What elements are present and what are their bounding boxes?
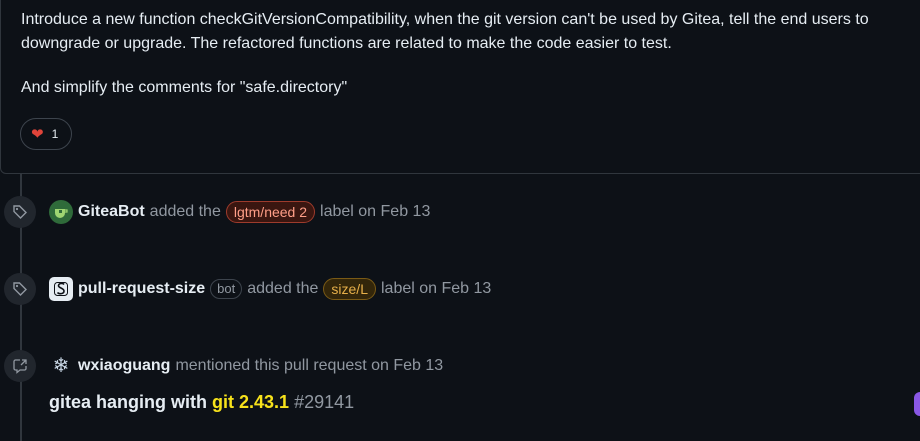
comment-paragraph: And simplify the comments for "safe.dire… (21, 79, 348, 96)
comment-body: Introduce a new function checkGitVersion… (21, 8, 920, 120)
tag-icon (4, 273, 36, 305)
wxiaoguang-avatar[interactable]: ❄ (49, 354, 73, 378)
event-text: label on Feb 13 (380, 280, 492, 297)
snowflake-icon: ❄ (52, 355, 70, 377)
avatar (914, 392, 920, 416)
event-text: added the (247, 280, 319, 297)
bot-tag: bot (210, 279, 243, 299)
heart-icon: ❤ (31, 125, 44, 143)
ref-issue-number: #29141 (294, 392, 355, 412)
heart-reaction-button[interactable]: ❤ 1 (20, 118, 72, 150)
event-text: added the (149, 203, 221, 220)
event-author[interactable]: wxiaoguang (78, 357, 170, 375)
label-badge[interactable]: lgtm/need 2 (225, 201, 316, 223)
referenced-issue-link[interactable]: gitea hanging with git 2.43.1 #29141 (49, 392, 354, 413)
reaction-count: 1 (51, 127, 59, 141)
pull-request-size-avatar[interactable] (49, 277, 73, 301)
event-author[interactable]: pull-request-size (78, 280, 205, 298)
ref-title-prefix: gitea hanging with (49, 392, 207, 412)
comment-box: Introduce a new function checkGitVersion… (0, 0, 920, 174)
timeline-event-label: GiteaBot added the lgtm/need 2 label on … (78, 200, 430, 224)
comment-paragraph: Introduce a new function checkGitVersion… (21, 11, 869, 52)
ref-title-highlight: git 2.43.1 (212, 392, 290, 412)
timeline-event-label: wxiaoguang mentioned this pull request o… (78, 354, 443, 378)
label-badge[interactable]: size/L (323, 278, 376, 300)
event-author[interactable]: GiteaBot (78, 203, 145, 221)
giteabot-avatar[interactable] (49, 200, 73, 224)
event-text: mentioned this pull request on Feb 13 (175, 357, 444, 374)
tag-icon (4, 196, 36, 228)
event-text: label on Feb 13 (320, 203, 431, 220)
timeline-event-label: pull-request-size bot added the size/L l… (78, 277, 491, 301)
cross-reference-icon (4, 350, 36, 382)
